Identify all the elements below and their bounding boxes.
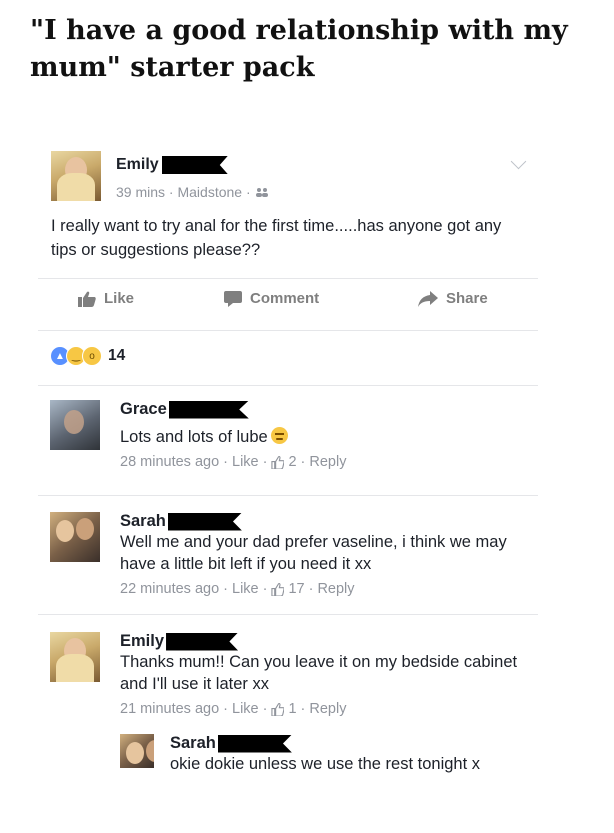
comment-reply-link[interactable]: Reply	[309, 454, 346, 470]
wow-reaction-icon: o	[82, 346, 102, 366]
reaction-summary[interactable]: ▲ ‿ o 14	[50, 346, 125, 366]
comment-author-name[interactable]: Sarah	[170, 734, 216, 753]
post-author: Emily	[116, 156, 228, 174]
redaction-bar	[167, 512, 242, 531]
comment-text: Well me and your dad prefer vaseline, i …	[120, 533, 507, 573]
avatar[interactable]	[50, 512, 100, 562]
like-button[interactable]: Like	[78, 290, 134, 307]
comment-reply-link[interactable]: Reply	[309, 701, 346, 717]
comment-text: Thanks mum!! Can you leave it on my beds…	[120, 653, 518, 693]
meme-title: "I have a good relationship with my mum"…	[30, 15, 568, 83]
comment-author: Grace	[120, 400, 530, 419]
comment-author-name[interactable]: Sarah	[120, 512, 166, 531]
smirk-emoji-icon	[270, 427, 288, 444]
like-icon	[78, 291, 96, 307]
like-label: Like	[104, 290, 135, 307]
comment-meta: 22 minutes ago · Like · 17 · Reply	[120, 581, 355, 597]
comment-author: Sarah	[120, 512, 530, 531]
avatar[interactable]	[50, 400, 100, 450]
comment-author: Emily	[120, 632, 530, 651]
comment-time[interactable]: 21 minutes ago	[120, 701, 219, 717]
thumbs-up-icon	[271, 455, 285, 469]
divider	[38, 330, 538, 331]
avatar[interactable]	[120, 734, 154, 768]
facebook-post-card: Emily 39 mins · Maidstone · I really wan…	[38, 142, 538, 832]
share-button[interactable]: Share	[418, 290, 488, 307]
comment-author: Sarah	[170, 734, 490, 753]
redaction-bar	[166, 632, 239, 651]
comment-like-link[interactable]: Like	[232, 454, 259, 470]
divider	[38, 385, 538, 386]
redaction-bar	[161, 156, 228, 174]
comment-text: okie dokie unless we use the rest tonigh…	[170, 755, 481, 773]
comment-time[interactable]: 28 minutes ago	[120, 454, 219, 470]
redaction-bar	[217, 734, 292, 753]
comment-reply-link[interactable]: Reply	[317, 581, 354, 597]
post-time[interactable]: 39 mins	[116, 184, 165, 200]
share-label: Share	[446, 290, 488, 307]
share-icon	[418, 290, 438, 307]
friends-icon	[255, 188, 268, 197]
comment-like-link[interactable]: Like	[232, 581, 259, 597]
reaction-count: 14	[108, 347, 126, 364]
comment-time[interactable]: 22 minutes ago	[120, 581, 219, 597]
avatar[interactable]	[50, 632, 100, 682]
comment-text: Lots and lots of lube	[120, 426, 530, 448]
comment-meta: 28 minutes ago · Like · 2 · Reply	[120, 454, 347, 470]
chevron-down-icon[interactable]	[510, 153, 527, 170]
comment-like-count: 17	[288, 581, 305, 597]
thumbs-up-icon	[271, 582, 285, 596]
comment-meta: 21 minutes ago · Like · 1 · Reply	[120, 701, 347, 717]
divider	[38, 278, 538, 279]
post-author-name[interactable]: Emily	[116, 156, 159, 173]
comment-like-count: 1	[288, 701, 297, 717]
thumbs-up-icon	[271, 702, 285, 716]
comment-label: Comment	[250, 290, 320, 307]
avatar[interactable]	[51, 151, 101, 201]
divider	[38, 614, 538, 615]
post-location[interactable]: Maidstone	[177, 184, 242, 200]
divider	[38, 495, 538, 496]
post-text: I really want to try anal for the first …	[51, 217, 502, 259]
comment-author-name[interactable]: Grace	[120, 400, 167, 419]
comment-button[interactable]: Comment	[224, 290, 319, 307]
post-meta: 39 mins · Maidstone ·	[116, 184, 269, 200]
post-action-bar: Like Comment Share	[38, 286, 538, 316]
comment-author-name[interactable]: Emily	[120, 632, 164, 651]
redaction-bar	[168, 400, 249, 419]
comment-like-link[interactable]: Like	[232, 701, 259, 717]
comment-icon	[224, 290, 242, 307]
comment-like-count: 2	[288, 454, 297, 470]
